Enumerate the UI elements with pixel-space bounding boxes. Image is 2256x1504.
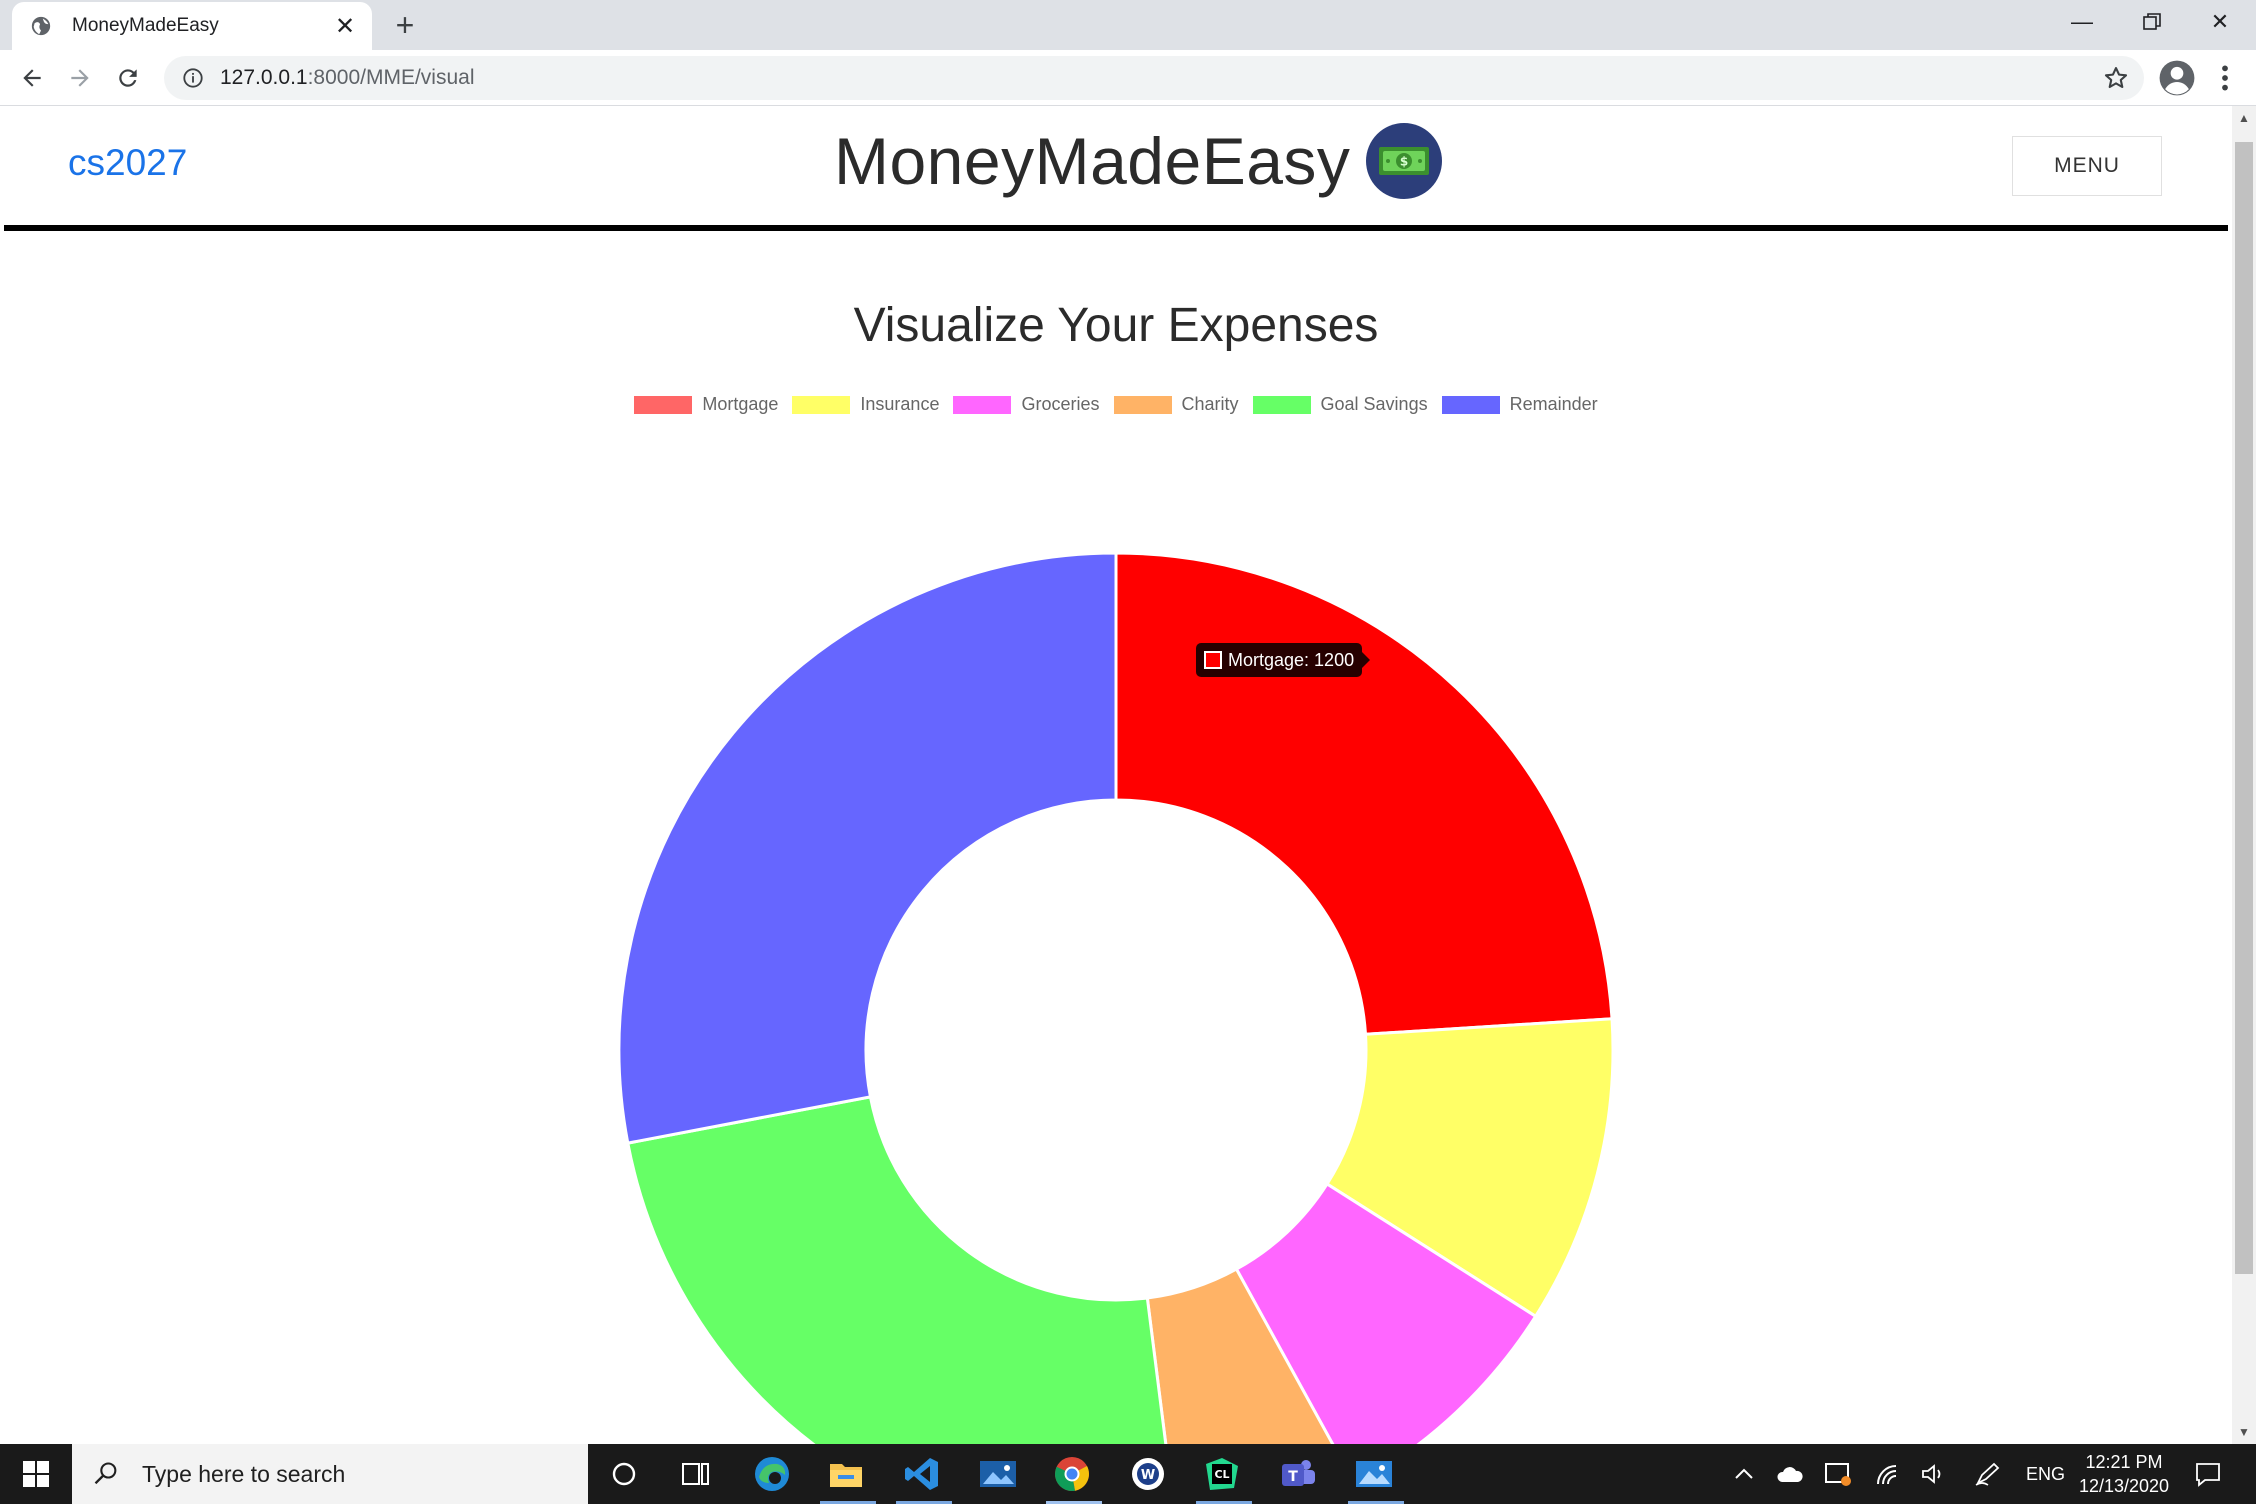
expense-donut-chart[interactable]: [0, 306, 2232, 1444]
vscode-icon[interactable]: [902, 1454, 942, 1494]
screen: MoneyMadeEasy ✕ + — ✕ 127.0.0.1:8000/MME…: [0, 0, 2256, 1504]
minimize-button[interactable]: —: [2048, 0, 2116, 44]
windows-logo-icon: [23, 1461, 49, 1487]
svg-text:CL: CL: [1214, 1468, 1229, 1481]
start-button[interactable]: [0, 1444, 72, 1504]
tooltip-color-swatch: [1204, 651, 1222, 669]
brand-title: MoneyMadeEasy: [834, 124, 1351, 198]
app-w-icon[interactable]: W: [1128, 1454, 1168, 1494]
svg-text:$: $: [1400, 155, 1408, 169]
reload-button[interactable]: [110, 60, 146, 96]
svg-text:W: W: [1141, 1468, 1155, 1483]
browser-tab[interactable]: MoneyMadeEasy ✕: [12, 2, 372, 50]
address-bar[interactable]: 127.0.0.1:8000/MME/visual: [164, 56, 2144, 100]
svg-text:T: T: [1288, 1469, 1298, 1485]
browser-tabstrip: MoneyMadeEasy ✕ + — ✕: [0, 0, 2256, 50]
photo-app-icon[interactable]: [978, 1454, 1018, 1494]
scrollbar-thumb[interactable]: [2235, 142, 2253, 1274]
donut-slice-mortgage[interactable]: [1114, 551, 1614, 1036]
new-tab-button[interactable]: +: [388, 7, 422, 43]
browser-toolbar: 127.0.0.1:8000/MME/visual: [0, 50, 2256, 106]
money-logo-icon: $: [1366, 123, 1443, 199]
arrow-left-icon: [23, 69, 41, 87]
arrow-right-icon: [71, 69, 89, 87]
url-text: 127.0.0.1:8000/MME/visual: [220, 66, 475, 89]
menu-button[interactable]: MENU: [2012, 136, 2162, 196]
close-tab-icon[interactable]: ✕: [330, 11, 360, 41]
photos-icon[interactable]: [1354, 1454, 1394, 1494]
clock-time: 12:21 PM: [2085, 1452, 2163, 1472]
profile-avatar-icon[interactable]: [2158, 59, 2196, 97]
wifi-icon[interactable]: [1868, 1454, 1908, 1494]
notification-icon[interactable]: [2188, 1454, 2228, 1494]
tab-title: MoneyMadeEasy: [72, 15, 219, 36]
edge-browser-icon[interactable]: [752, 1454, 792, 1494]
search-placeholder: Type here to search: [142, 1460, 346, 1487]
forward-button[interactable]: [62, 60, 98, 96]
web-page: cs2027 MoneyMadeEasy $ MENU Visualize Yo…: [0, 106, 2232, 1444]
brand: MoneyMadeEasy $: [834, 116, 1443, 206]
header-divider: [4, 225, 2228, 231]
security-center-icon[interactable]: [1818, 1454, 1858, 1494]
bookmark-star-icon[interactable]: [2102, 64, 2130, 92]
system-clock[interactable]: 12:21 PM 12/13/2020: [2064, 1450, 2184, 1498]
tooltip-text: Mortgage: 1200: [1228, 649, 1355, 670]
teams-icon[interactable]: T: [1278, 1454, 1318, 1494]
scroll-down-arrow-icon[interactable]: ▼: [2232, 1420, 2256, 1444]
restore-button[interactable]: [2118, 0, 2186, 44]
chrome-icon[interactable]: [1052, 1454, 1092, 1494]
donut-slice-remainder[interactable]: [617, 551, 1118, 1145]
clock-date: 12/13/2020: [2078, 1476, 2170, 1496]
globe-icon: [31, 16, 51, 36]
browser-menu-icon[interactable]: [2210, 60, 2240, 96]
taskbar-search[interactable]: Type here to search: [72, 1444, 588, 1504]
pen-icon[interactable]: [1968, 1454, 2008, 1494]
reload-icon: [119, 69, 137, 87]
scroll-up-arrow-icon[interactable]: ▲: [2232, 106, 2256, 130]
info-icon[interactable]: [182, 67, 204, 89]
windows-taskbar: Type here to search W CL T ENG 12:21 PM …: [0, 1444, 2256, 1504]
close-window-button[interactable]: ✕: [2186, 0, 2254, 44]
language-indicator[interactable]: ENG: [2026, 1444, 2065, 1504]
clion-icon[interactable]: CL: [1202, 1454, 1242, 1494]
back-button[interactable]: [14, 60, 50, 96]
username-link[interactable]: cs2027: [68, 142, 187, 184]
file-explorer-icon[interactable]: [826, 1454, 866, 1494]
chart-tooltip: Mortgage: 1200: [1196, 643, 1371, 677]
restore-icon: [2143, 13, 2161, 30]
cloud-icon[interactable]: [1770, 1454, 1810, 1494]
volume-icon[interactable]: [1914, 1454, 1954, 1494]
task-view-icon[interactable]: [676, 1454, 716, 1494]
chevron-up-icon[interactable]: [1724, 1454, 1764, 1494]
donut-slice-goal-savings[interactable]: [626, 1095, 1178, 1444]
search-icon: [94, 1462, 117, 1485]
cortana-icon[interactable]: [604, 1454, 644, 1494]
